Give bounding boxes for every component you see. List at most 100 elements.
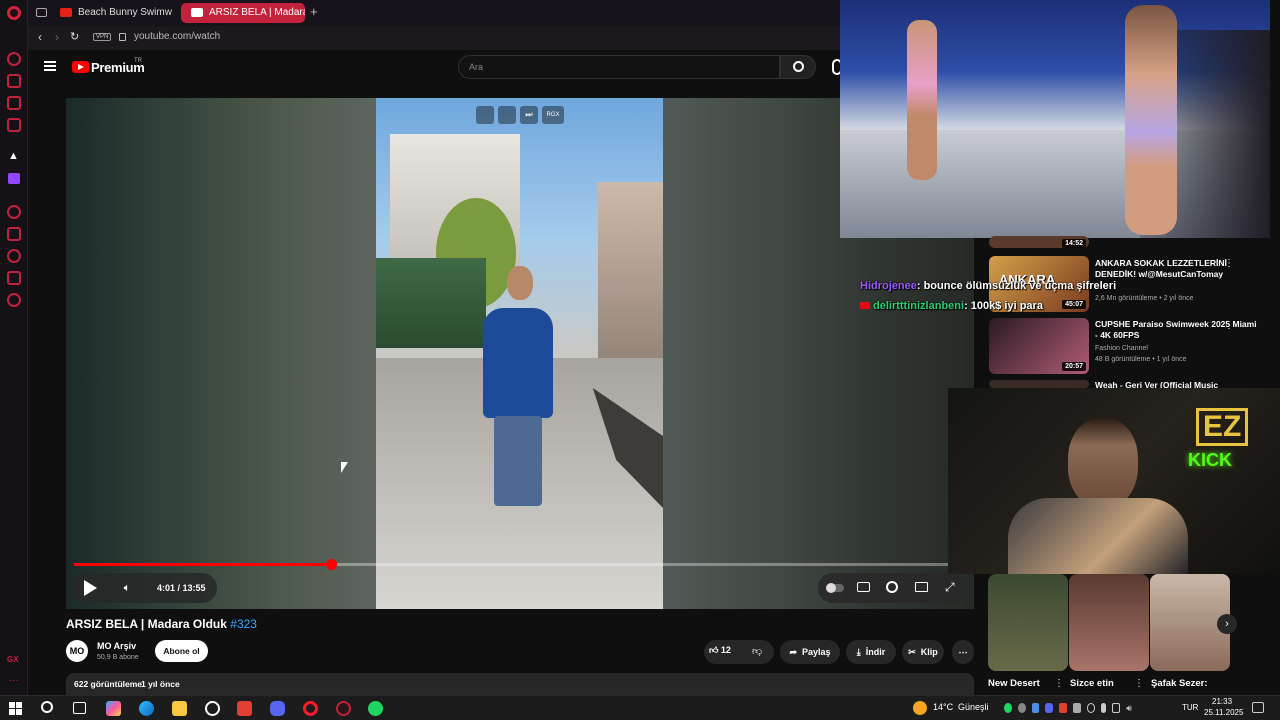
rec-thumbnail[interactable]: 20:57 <box>989 318 1089 374</box>
file-explorer-icon[interactable] <box>172 701 187 716</box>
bag-icon[interactable] <box>7 74 21 88</box>
short-more-icon[interactable]: ⋮ <box>1054 678 1064 689</box>
opera-icon[interactable] <box>303 701 318 716</box>
clock-time[interactable]: 21:33 <box>1212 697 1232 706</box>
more-icon[interactable]: ··· <box>9 675 19 686</box>
play-button[interactable] <box>80 578 100 598</box>
video-title-text: ARSIZ BELA | Madara Olduk <box>66 617 227 631</box>
dislike-button[interactable]: 👎︎ <box>752 645 762 657</box>
messenger-icon[interactable] <box>7 96 21 110</box>
clip-button[interactable]: ✂ Klip <box>902 640 944 664</box>
network-icon[interactable] <box>1111 703 1121 713</box>
tab-bar: Beach Bunny Swimwear F ARSIZ BELA | Mada… <box>28 0 840 26</box>
search-button[interactable] <box>780 55 816 79</box>
subtitles-icon[interactable] <box>857 582 870 592</box>
microphone-icon[interactable] <box>1101 703 1106 713</box>
discord-tray-icon[interactable] <box>1045 703 1054 713</box>
search-input[interactable]: Ara <box>458 55 780 79</box>
short-title[interactable]: Şafak Sezer: <box>1151 678 1208 689</box>
tray-icon[interactable] <box>1059 703 1068 713</box>
windows-start-icon[interactable] <box>9 702 22 715</box>
short-title[interactable]: New Desert <box>988 678 1040 689</box>
opera-logo-icon[interactable] <box>7 6 21 20</box>
share-button[interactable]: ➦ Paylaş <box>780 640 840 664</box>
tray-icon[interactable] <box>1073 703 1081 713</box>
channel-name[interactable]: MO Arşiv <box>97 641 136 651</box>
tab-switcher-icon[interactable] <box>36 8 47 17</box>
rec-more-icon[interactable]: ⋮ <box>1224 258 1234 269</box>
short-thumbnail[interactable] <box>1069 574 1149 671</box>
history-icon[interactable] <box>7 205 21 219</box>
rec-duration: 20:57 <box>1062 362 1086 371</box>
menu-icon[interactable] <box>44 61 56 71</box>
description-box[interactable]: 622 görüntüleme 1 yıl önce <box>66 673 974 695</box>
tab-beach-bunny[interactable]: Beach Bunny Swimwear F <box>50 3 172 23</box>
arrow-icon[interactable]: ▲ <box>8 150 19 162</box>
clock-date[interactable]: 25.11.2025 <box>1204 708 1243 717</box>
rec-title[interactable]: CUPSHE Paraiso Swimweek 2025 Miami - 4K … <box>1095 319 1260 341</box>
mute-button[interactable]: 🔈︎ <box>117 578 137 598</box>
edge-icon[interactable] <box>139 701 154 716</box>
settings-gear-icon[interactable] <box>886 581 898 593</box>
theater-mode-icon[interactable] <box>915 582 928 592</box>
rec-more-icon[interactable]: ⋮ <box>1224 320 1234 331</box>
back-icon[interactable]: ‹ <box>38 30 42 44</box>
rgx-badge[interactable]: RGX <box>542 106 564 124</box>
fullscreen-icon[interactable]: ⤢ <box>945 580 955 595</box>
whatsapp-icon[interactable] <box>7 118 21 132</box>
tray-icon[interactable] <box>1086 703 1096 713</box>
notifications-icon[interactable] <box>1252 702 1264 713</box>
weather-label[interactable]: Güneşli <box>958 702 989 712</box>
volume-tray-icon[interactable]: 🔊︎ <box>1126 703 1134 713</box>
discord-icon[interactable] <box>270 701 285 716</box>
pip-icon[interactable] <box>476 106 494 124</box>
bookmark-icon[interactable] <box>7 227 21 241</box>
search-taskbar-icon[interactable] <box>41 701 53 713</box>
subscribe-button[interactable]: Abone ol <box>155 640 208 662</box>
short-title[interactable]: Sizce etin <box>1070 678 1114 689</box>
clock-icon[interactable] <box>7 249 21 263</box>
new-tab-button[interactable]: + <box>310 4 318 19</box>
vpn-badge[interactable]: VPN <box>93 33 112 41</box>
url-field[interactable]: youtube.com/watch <box>134 31 220 42</box>
reload-icon[interactable]: ↻ <box>70 30 79 43</box>
progress-scrubber[interactable] <box>326 559 337 570</box>
popout-icon[interactable] <box>498 106 516 124</box>
short-thumbnail[interactable] <box>988 574 1068 671</box>
skip-icon[interactable]: ⏭ <box>520 106 538 124</box>
ai-icon[interactable] <box>7 52 21 66</box>
spotify-tray-icon[interactable] <box>1004 703 1012 713</box>
weather-icon[interactable] <box>913 701 927 715</box>
short-more-icon[interactable]: ⋮ <box>1134 678 1144 689</box>
progress-bar[interactable] <box>74 559 966 570</box>
spotify-icon[interactable] <box>368 701 383 716</box>
video-editor-icon[interactable] <box>237 701 252 716</box>
youtube-logo-icon[interactable] <box>72 61 89 73</box>
twitch-icon[interactable] <box>8 173 20 184</box>
language-indicator[interactable]: TUR <box>1182 703 1198 712</box>
task-view-icon[interactable] <box>73 702 86 714</box>
download-button[interactable]: ⤓ İndir <box>846 640 896 664</box>
gx-icon[interactable]: GX <box>7 655 19 664</box>
settings-icon[interactable] <box>7 293 21 307</box>
video-player[interactable]: ⏭ RGX 🔈︎ 4:01 / 13:55 ⤢ <box>66 98 974 609</box>
copilot-icon[interactable] <box>106 701 121 716</box>
rec-channel[interactable]: Fashion Channel <box>1095 345 1148 352</box>
rec-thumbnail[interactable]: 14:52 <box>989 236 1089 248</box>
video-hashtag[interactable]: #323 <box>230 617 257 631</box>
app-icon[interactable] <box>205 701 220 716</box>
forward-icon[interactable]: › <box>55 30 59 44</box>
more-actions-button[interactable]: ⋯ <box>952 640 974 664</box>
autoplay-toggle[interactable] <box>826 583 844 593</box>
send-icon[interactable] <box>7 271 21 285</box>
shorts-next-button[interactable]: › <box>1217 614 1237 634</box>
channel-avatar[interactable]: MO <box>66 640 88 662</box>
like-button[interactable]: 👍︎ 12 <box>709 645 731 656</box>
tray-icon[interactable] <box>1017 703 1026 713</box>
rec-thumbnail[interactable] <box>989 380 1089 388</box>
tab-arsiz-bela[interactable]: ARSIZ BELA | Madara <box>181 3 305 23</box>
opera-gx-icon[interactable] <box>336 701 351 716</box>
weather-temp[interactable]: 14°C <box>933 702 953 712</box>
rec-title[interactable]: ANKARA SOKAK LEZZETLERİNİ DENEDİK! w/@Me… <box>1095 258 1260 280</box>
tray-icon[interactable] <box>1031 703 1040 713</box>
